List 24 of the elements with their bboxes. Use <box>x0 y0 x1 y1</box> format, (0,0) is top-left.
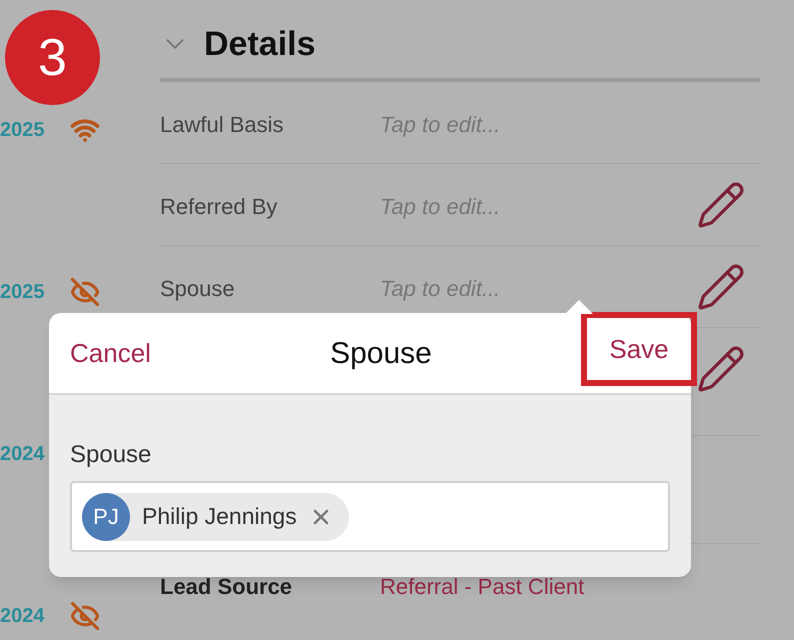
edit-icon[interactable] <box>696 344 746 394</box>
timeline-date: 2025 <box>0 280 46 305</box>
cancel-button[interactable]: Cancel <box>70 334 151 372</box>
eye-off-icon <box>70 277 100 307</box>
person-name: Philip Jennings <box>142 502 297 532</box>
section-title: Details <box>204 24 316 64</box>
edit-icon[interactable] <box>696 180 746 230</box>
timeline-date: 2024 <box>0 442 46 467</box>
field-value: Referral - Past Client <box>380 573 584 601</box>
field-label: Referred By <box>160 193 278 221</box>
popover-title: Spouse <box>329 336 433 372</box>
field-label: Spouse <box>70 440 152 470</box>
step-badge: 3 <box>5 10 100 105</box>
eye-off-icon <box>70 601 100 631</box>
field-label: Spouse <box>160 275 236 303</box>
timeline-date: 2025 <box>0 118 46 143</box>
field-label: Lawful Basis <box>160 111 285 139</box>
save-button[interactable]: Save <box>581 312 697 386</box>
edit-icon[interactable] <box>696 262 746 312</box>
timeline-date: 2024 <box>0 604 46 629</box>
spouse-field[interactable]: PJ Philip Jennings <box>70 481 670 552</box>
avatar: PJ <box>82 492 130 540</box>
field-label: Lead Source <box>160 573 294 601</box>
person-chip[interactable]: PJ Philip Jennings <box>82 492 349 540</box>
